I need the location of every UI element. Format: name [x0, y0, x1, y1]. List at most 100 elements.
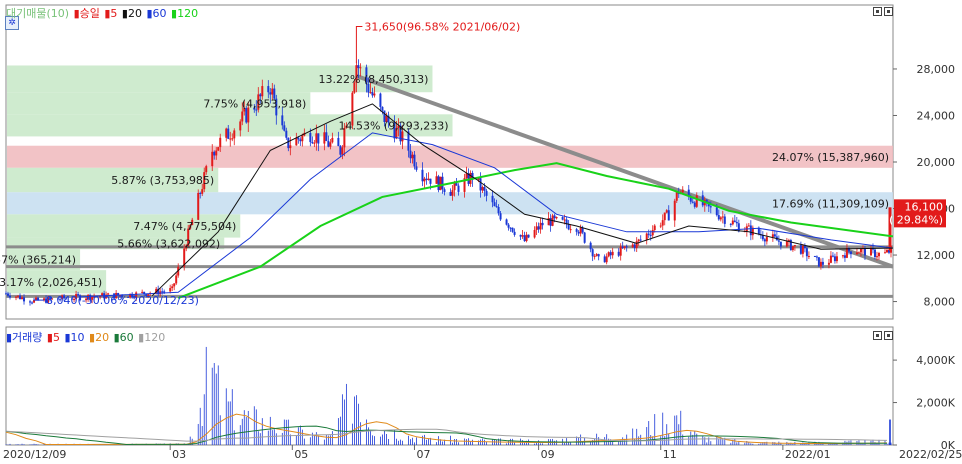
candle-body [373, 93, 376, 96]
candle-body [843, 255, 846, 258]
volume-tick-label: 2,000K [916, 397, 955, 410]
zone-label: 7.75% (4,953,918) [203, 97, 306, 110]
legend-item-vol-ma20: ▮20 [89, 331, 110, 344]
candle-body [555, 217, 558, 219]
candle-body [541, 222, 544, 226]
high-annotation: 31,650(96.58% 2021/06/02) [364, 21, 520, 34]
candle-body [415, 166, 418, 170]
candle-body [381, 106, 384, 111]
candle-body [849, 251, 852, 255]
candle-body [427, 178, 430, 180]
legend-item-volume: ▮거래량 [6, 331, 43, 344]
candle-body [227, 128, 230, 139]
candle-body [313, 142, 316, 144]
candle-body [863, 248, 866, 256]
candle-body [485, 190, 488, 196]
candle-body [521, 235, 524, 237]
candle-body [829, 255, 832, 263]
candle-body [815, 256, 818, 258]
price-tick-label: 8,000 [924, 296, 956, 309]
candle-body [269, 92, 272, 95]
candle-body [813, 255, 816, 257]
candle-body [325, 132, 328, 141]
candle-body [509, 227, 512, 229]
candle-body [639, 239, 642, 241]
candle-body [715, 207, 718, 216]
candle-body [441, 176, 444, 190]
candle-body [651, 229, 654, 236]
candle-body [619, 246, 622, 256]
candle-body [413, 154, 416, 167]
candle-body [855, 252, 858, 255]
candle-body [635, 241, 638, 249]
candle-body [283, 125, 286, 131]
legend-item-ma20: ▮20 [121, 7, 142, 20]
candle-body [451, 190, 454, 196]
candle-body [735, 221, 738, 224]
candle-body [511, 227, 514, 232]
candle-body [163, 291, 166, 293]
candle-body [793, 245, 796, 247]
candle-body [493, 202, 496, 207]
candle-body [633, 244, 636, 249]
legend-item-ma120: ▮120 [171, 7, 199, 20]
candle-body [331, 137, 334, 143]
candle-body [691, 201, 694, 203]
candle-body [593, 255, 596, 257]
candle-body [569, 229, 572, 231]
date-tick-label: 07 [416, 448, 430, 461]
price-tick-label: 12,000 [917, 249, 956, 262]
candle-body [323, 132, 326, 144]
candle-body [271, 88, 274, 95]
candle-body [717, 215, 720, 220]
candle-body [449, 191, 452, 196]
legend-item-ma60: ▮60 [146, 7, 167, 20]
date-tick-label: 2022/01 [785, 448, 831, 461]
candle-body [453, 183, 456, 191]
candle-body [229, 138, 232, 140]
candle-body [785, 241, 788, 247]
candle-body [801, 245, 804, 254]
candle-body [845, 248, 848, 258]
candle-body [5, 293, 7, 295]
candle-body [211, 151, 214, 167]
candle-body [653, 225, 656, 230]
candle-body [523, 235, 526, 242]
volume-panel-close-button[interactable] [884, 331, 893, 340]
candle-body [835, 256, 838, 262]
price-panel-close-button[interactable] [884, 7, 893, 16]
candle-body [681, 189, 684, 193]
candle-body [819, 261, 822, 267]
price-tick-label: 24,000 [917, 109, 956, 122]
candle-body [205, 166, 208, 173]
candle-body [563, 219, 566, 221]
candle-body [577, 231, 580, 234]
candle-body [201, 189, 204, 194]
candle-body [215, 150, 218, 156]
price-panel-maximize-button[interactable] [873, 7, 882, 16]
candle-body [443, 189, 446, 192]
candle-body [729, 223, 732, 225]
legend-item-multiplier: ▮승일 [73, 7, 100, 20]
candle-body [337, 137, 340, 147]
candle-body [831, 255, 834, 257]
volume-panel-maximize-button[interactable] [873, 331, 882, 340]
candle-body [709, 206, 712, 208]
candle-body [315, 133, 318, 143]
candle-body [425, 178, 428, 180]
candle-body [239, 121, 242, 131]
candle-body [667, 210, 670, 221]
candle-body [199, 192, 202, 194]
candle-body [661, 220, 664, 226]
candle-body [401, 131, 404, 142]
stock-chart: 8,00012,00016,00020,00024,00028,0000K2,0… [0, 0, 962, 461]
legend-item-ma5: ▮5 [104, 7, 118, 20]
candle-body [299, 139, 302, 142]
candle-body [289, 145, 292, 149]
candle-body [217, 147, 220, 151]
candle-body [141, 291, 144, 293]
candle-body [19, 295, 22, 300]
candle-body [637, 239, 640, 242]
candle-body [505, 219, 508, 225]
candle-body [631, 244, 634, 248]
